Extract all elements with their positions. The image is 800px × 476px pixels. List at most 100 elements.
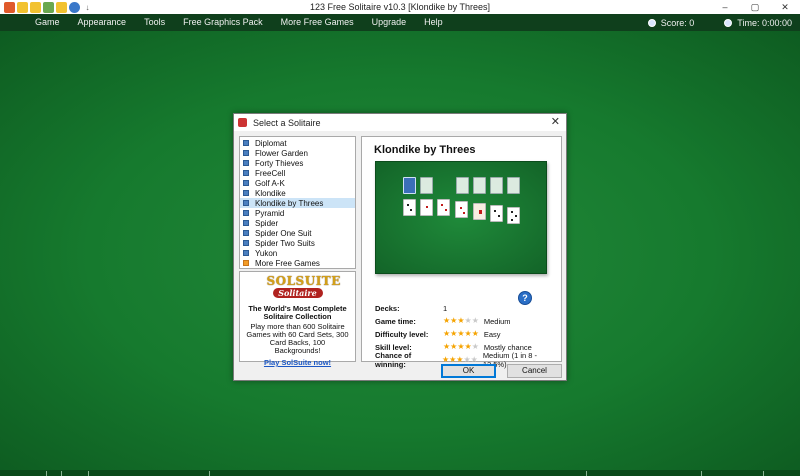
list-item[interactable]: Diplomat xyxy=(240,138,355,148)
stat-value-text: Easy xyxy=(483,329,501,339)
stats-icon[interactable] xyxy=(43,1,54,13)
list-item[interactable]: Spider xyxy=(240,218,355,228)
foundation-slot xyxy=(456,177,469,194)
hint-icon[interactable] xyxy=(30,1,41,13)
list-item-label: Pyramid xyxy=(255,208,285,218)
star-empty-icon: ★ xyxy=(471,342,479,351)
list-item-label: Yukon xyxy=(255,248,278,258)
list-item[interactable]: Golf A-K xyxy=(240,178,355,188)
game-icon xyxy=(243,160,249,166)
card-pip xyxy=(441,204,443,206)
tableau-card xyxy=(473,203,486,220)
cards-icon xyxy=(238,118,247,127)
star-filled-icon: ★ xyxy=(443,342,451,351)
card-pip xyxy=(445,209,447,211)
list-item[interactable]: Spider One Suit xyxy=(240,228,355,238)
star-filled-icon: ★ xyxy=(443,329,451,338)
tableau-card xyxy=(437,199,450,216)
card-pip xyxy=(407,204,409,206)
bottom-strip xyxy=(0,470,800,476)
ok-button[interactable]: OK xyxy=(441,364,496,378)
star-empty-icon: ★ xyxy=(463,355,471,364)
list-item-more-games[interactable]: More Free Games xyxy=(240,258,355,268)
maximize-button[interactable]: ▢ xyxy=(740,0,770,14)
menu-upgrade[interactable]: Upgrade xyxy=(363,14,416,31)
divider xyxy=(701,471,702,476)
star-filled-icon: ★ xyxy=(457,342,465,351)
star-filled-icon: ★ xyxy=(449,355,457,364)
stock-pile xyxy=(403,177,416,194)
card-pip xyxy=(463,212,465,214)
solsuite-ad: SOLSUITE Solitaire The World's Most Comp… xyxy=(239,271,356,367)
ad-heading: The World's Most Complete Solitaire Coll… xyxy=(248,304,347,321)
divider xyxy=(763,471,764,476)
menu-appearance[interactable]: Appearance xyxy=(69,14,136,31)
stat-label: Game time: xyxy=(375,316,416,326)
game-icon xyxy=(243,240,249,246)
star-filled-icon: ★ xyxy=(441,355,450,364)
menu-help[interactable]: Help xyxy=(415,14,452,31)
game-list[interactable]: Diplomat Flower Garden Forty Thieves Fre… xyxy=(239,136,356,269)
menu-tools[interactable]: Tools xyxy=(135,14,174,31)
waste-slot xyxy=(420,177,433,194)
stat-value-text: 1 xyxy=(443,303,448,313)
stat-value: ★ ★ ★ ★ ★ Easy xyxy=(443,330,501,339)
logo-subtext: Solitaire xyxy=(272,288,323,298)
divider xyxy=(61,471,62,476)
star-empty-icon: ★ xyxy=(470,355,478,364)
list-item[interactable]: Yukon xyxy=(240,248,355,258)
stat-label: Chance of winning: xyxy=(375,351,412,369)
status-area: Score: 0 Time: 0:00:00 xyxy=(647,14,792,31)
cancel-button[interactable]: Cancel xyxy=(507,364,562,378)
list-item[interactable]: Pyramid xyxy=(240,208,355,218)
foundation-slot xyxy=(490,177,503,194)
tableau-card xyxy=(403,199,416,216)
dialog-close-button[interactable]: ✕ xyxy=(551,114,560,131)
divider xyxy=(586,471,587,476)
stat-label: Decks: xyxy=(375,303,400,313)
game-icon xyxy=(243,140,249,146)
play-solsuite-link[interactable]: Play SolSuite now! xyxy=(240,358,355,367)
list-item[interactable]: FreeCell xyxy=(240,168,355,178)
star-filled-icon: ★ xyxy=(457,316,465,325)
game-help-icon[interactable]: ? xyxy=(518,291,532,305)
new-game-icon[interactable] xyxy=(4,1,15,13)
close-button[interactable]: ✕ xyxy=(770,0,800,14)
card-pip xyxy=(426,206,428,208)
game-icon xyxy=(243,180,249,186)
list-item-label: Klondike xyxy=(255,188,286,198)
card-pip xyxy=(410,209,412,211)
card-pip xyxy=(498,215,500,217)
select-game-icon[interactable] xyxy=(56,1,67,13)
list-item[interactable]: Spider Two Suits xyxy=(240,238,355,248)
stat-decks: Decks: 1 xyxy=(375,303,447,313)
stat-value-text: Medium xyxy=(483,316,511,326)
game-icon xyxy=(243,250,249,256)
list-item-label: Forty Thieves xyxy=(255,158,304,168)
list-item-selected[interactable]: Klondike by Threes xyxy=(240,198,355,208)
pin-icon[interactable]: ↓ xyxy=(82,2,93,13)
game-icon xyxy=(243,210,249,216)
list-item-label: Spider One Suit xyxy=(255,228,312,238)
selected-game-title: Klondike by Threes xyxy=(374,144,476,156)
card-pip xyxy=(515,215,517,217)
menu-game[interactable]: Game xyxy=(0,14,69,31)
minimize-button[interactable]: – xyxy=(710,0,740,14)
game-icon xyxy=(243,200,249,206)
solsuite-logo[interactable]: SOLSUITE Solitaire xyxy=(267,275,340,303)
star-rating: ★ ★ ★ ★ ★ xyxy=(442,356,478,364)
game-icon xyxy=(243,150,249,156)
help-icon[interactable] xyxy=(69,1,80,13)
divider xyxy=(88,471,89,476)
list-item[interactable]: Klondike xyxy=(240,188,355,198)
list-item[interactable]: Forty Thieves xyxy=(240,158,355,168)
list-item-label: Spider Two Suits xyxy=(255,238,315,248)
star-rating: ★ ★ ★ ★ ★ xyxy=(443,330,479,338)
undo-icon[interactable] xyxy=(17,1,28,13)
card-pip xyxy=(479,210,482,214)
tableau-card xyxy=(507,207,520,224)
menu-more-free-games[interactable]: More Free Games xyxy=(272,14,363,31)
list-item[interactable]: Flower Garden xyxy=(240,148,355,158)
list-item-label: FreeCell xyxy=(255,168,286,178)
menu-free-graphics-pack[interactable]: Free Graphics Pack xyxy=(174,14,272,31)
